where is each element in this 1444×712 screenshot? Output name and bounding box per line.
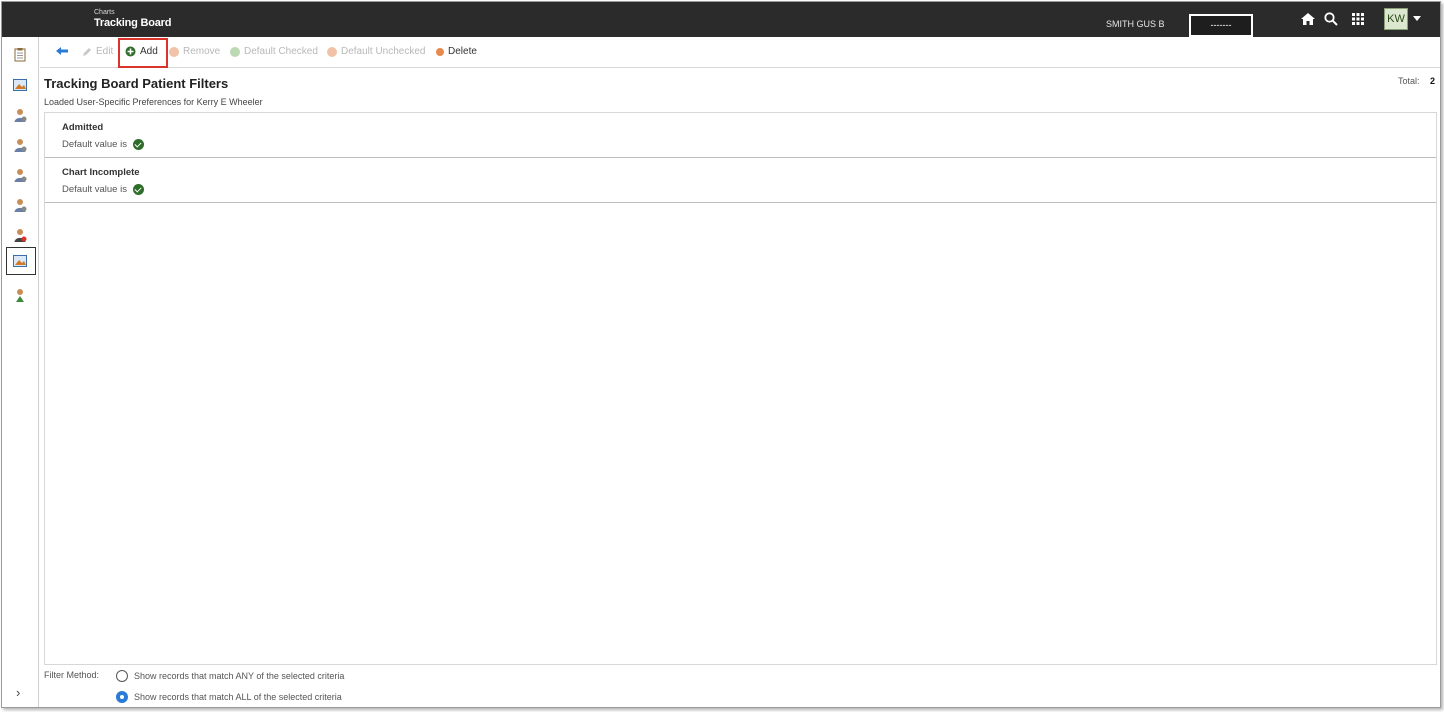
filter-default-text: Default value is (62, 184, 127, 195)
person-download-icon[interactable] (12, 287, 28, 303)
back-button[interactable] (55, 46, 69, 56)
filter-default: Default value is (62, 139, 144, 150)
total-label: Total: (1398, 76, 1420, 86)
toolbar: Edit Add Remove Default Checked Default … (40, 37, 1440, 68)
person-alert-icon[interactable] (12, 227, 28, 243)
top-bar: Charts Tracking Board SMITH GUS B ------… (2, 2, 1440, 37)
filter-default-text: Default value is (62, 139, 127, 150)
filter-name: Chart Incomplete (62, 167, 140, 178)
remove-label: Remove (183, 46, 221, 57)
breadcrumb-section: Charts (94, 9, 115, 16)
delete-label: Delete (448, 46, 477, 57)
filter-method-label: Filter Method: (44, 670, 100, 680)
person-icon[interactable] (12, 137, 28, 153)
default-checked-button[interactable]: Default Checked (230, 46, 318, 57)
radio-any[interactable] (116, 670, 128, 682)
filter-default: Default value is (62, 184, 144, 195)
list-item[interactable]: Admitted Default value is (45, 113, 1436, 158)
remove-circle-icon (169, 46, 179, 57)
default-checked-label: Default Checked (244, 46, 318, 57)
page-title: Tracking Board Patient Filters (44, 76, 229, 91)
plus-circle-icon (125, 46, 136, 57)
filter-list: Admitted Default value is Chart Incomple… (44, 112, 1437, 665)
add-label: Add (140, 46, 158, 57)
left-nav-rail: › (2, 37, 39, 707)
tracking-board-icon[interactable] (12, 253, 28, 269)
page-subtitle: Loaded User-Specific Preferences for Ker… (44, 97, 263, 107)
checkmark-icon (132, 139, 144, 150)
default-unchecked-label: Default Unchecked (341, 46, 426, 57)
person-icon[interactable] (12, 107, 28, 123)
apps-grid-icon[interactable] (1350, 11, 1366, 27)
check-circle-icon (230, 46, 240, 57)
pencil-icon (83, 47, 91, 56)
board-picture-icon[interactable] (12, 77, 28, 93)
delete-button[interactable]: Delete (436, 46, 477, 57)
filter-method-any-option[interactable]: Show records that match ANY of the selec… (116, 670, 344, 682)
chevron-down-icon[interactable] (1413, 16, 1421, 21)
clipboard-icon[interactable] (12, 47, 28, 63)
patient-identifier-box[interactable]: ------- (1189, 14, 1253, 37)
user-avatar[interactable]: KW (1384, 8, 1408, 30)
default-unchecked-button[interactable]: Default Unchecked (327, 46, 426, 57)
remove-button[interactable]: Remove (169, 46, 220, 57)
total-count: 2 (1430, 76, 1436, 86)
edit-label: Edit (96, 46, 114, 57)
page-header-title: Tracking Board (94, 17, 172, 29)
delete-icon (436, 47, 444, 56)
home-icon[interactable] (1300, 11, 1316, 27)
filter-name: Admitted (62, 122, 104, 133)
patient-name[interactable]: SMITH GUS B (1106, 19, 1165, 29)
list-item[interactable]: Chart Incomplete Default value is (45, 158, 1436, 203)
edit-button[interactable]: Edit (82, 46, 113, 57)
expand-rail-chevron-icon[interactable]: › (16, 685, 20, 700)
checkmark-icon (132, 184, 144, 195)
add-button[interactable]: Add (125, 46, 158, 57)
radio-all[interactable] (116, 691, 128, 703)
filter-method-all-label: Show records that match ALL of the selec… (134, 692, 342, 702)
search-icon[interactable] (1323, 11, 1339, 27)
filter-method-all-option[interactable]: Show records that match ALL of the selec… (116, 691, 342, 703)
person-icon[interactable] (12, 167, 28, 183)
minus-circle-icon (327, 46, 337, 57)
person-icon[interactable] (12, 197, 28, 213)
filter-method-any-label: Show records that match ANY of the selec… (134, 671, 345, 681)
app-window: Charts Tracking Board SMITH GUS B ------… (1, 1, 1441, 708)
back-arrow-icon (56, 47, 68, 55)
